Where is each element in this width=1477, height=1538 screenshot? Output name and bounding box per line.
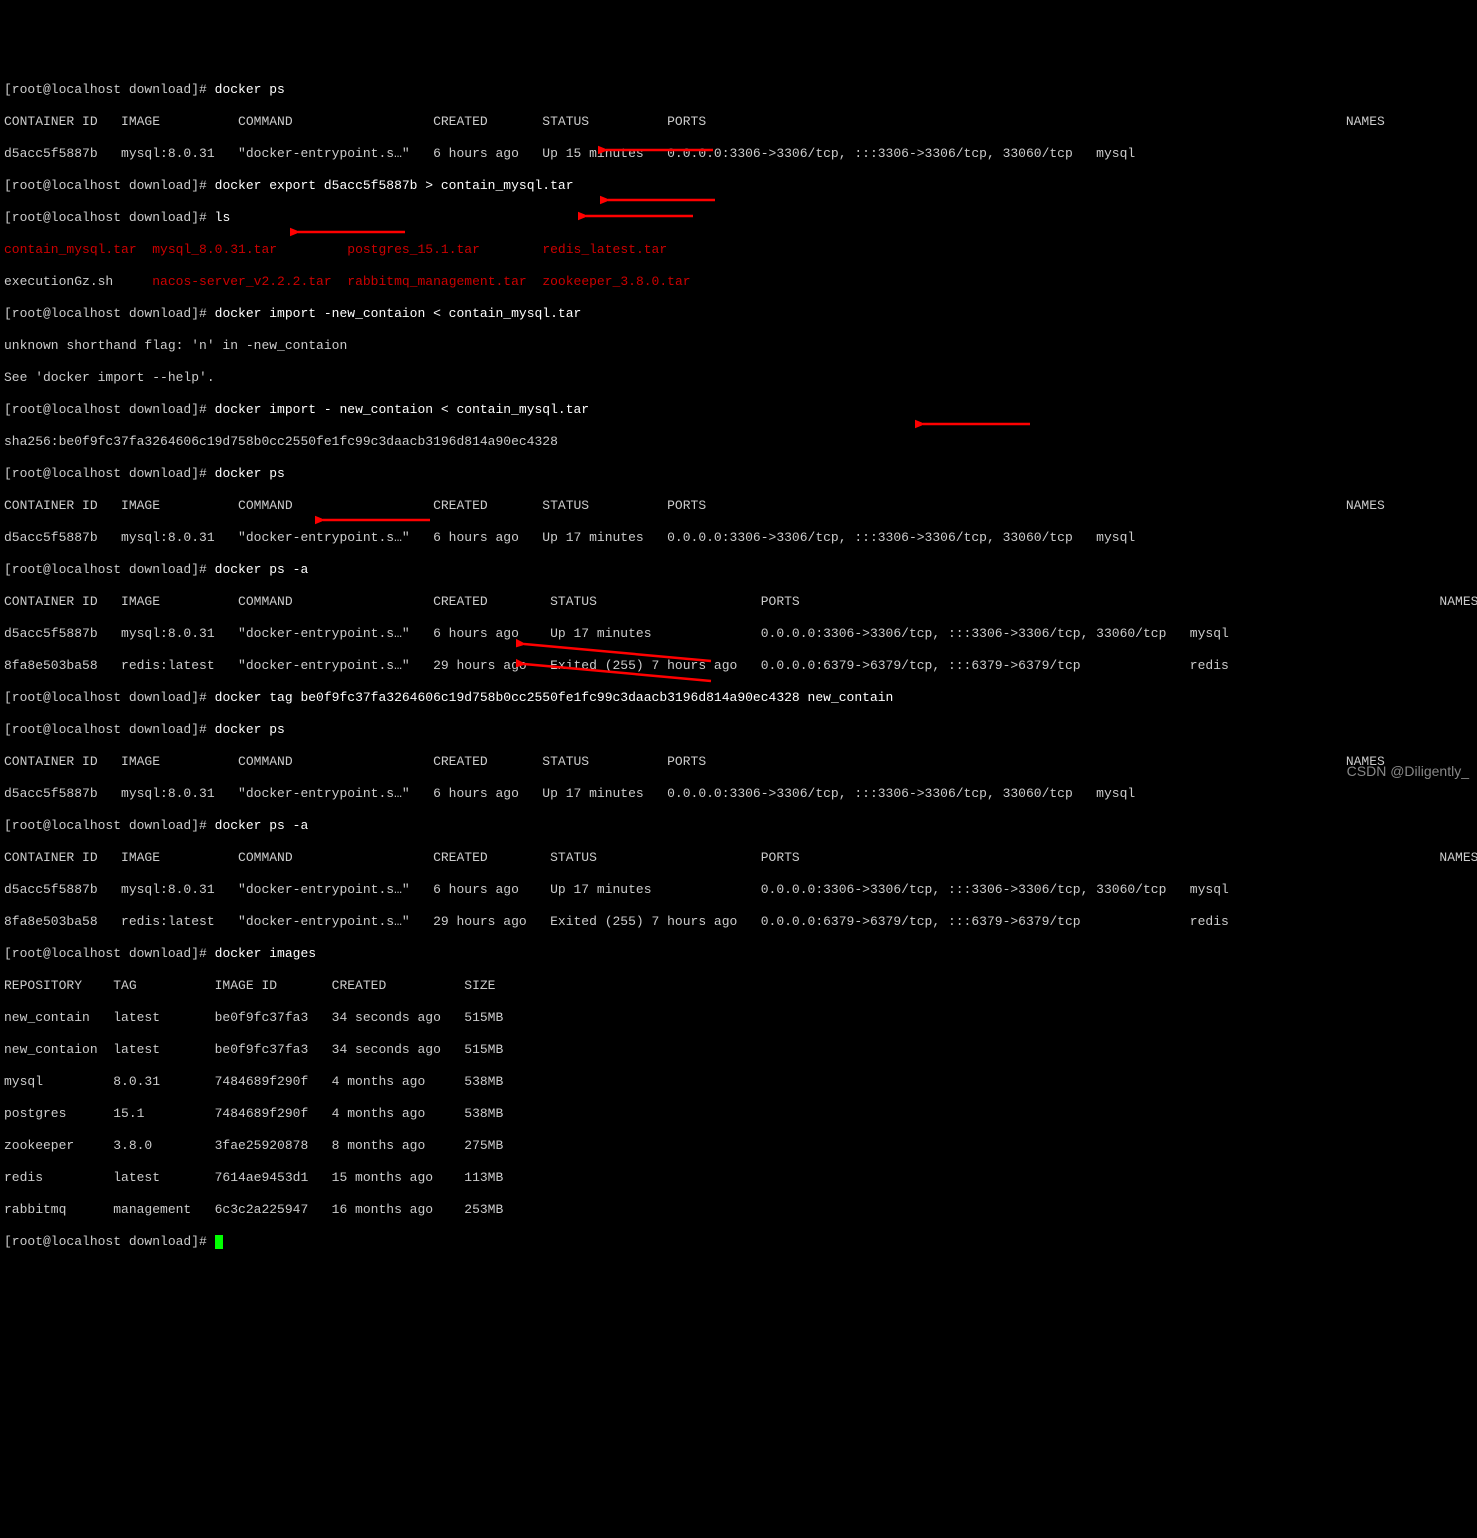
file-archive: zookeeper_3.8.0.tar (542, 274, 690, 289)
images-row: rabbitmq management 6c3c2a225947 16 mont… (4, 1202, 1473, 1218)
file-script: executionGz.sh (4, 274, 113, 289)
command: docker import -new_contaion < contain_my… (215, 306, 582, 321)
images-row: postgres 15.1 7484689f290f 4 months ago … (4, 1106, 1473, 1122)
ps-header: CONTAINER ID IMAGE COMMAND CREATED STATU… (4, 594, 1473, 610)
shell-prompt: [root@localhost download]# (4, 690, 215, 705)
ps-row: d5acc5f5887b mysql:8.0.31 "docker-entryp… (4, 882, 1473, 898)
ps-row: d5acc5f5887b mysql:8.0.31 "docker-entryp… (4, 530, 1473, 546)
ps-row: d5acc5f5887b mysql:8.0.31 "docker-entryp… (4, 786, 1473, 802)
images-row: zookeeper 3.8.0 3fae25920878 8 months ag… (4, 1138, 1473, 1154)
ps-header: CONTAINER ID IMAGE COMMAND CREATED STATU… (4, 114, 1473, 130)
command: docker tag be0f9fc37fa3264606c19d758b0cc… (215, 690, 894, 705)
shell-prompt: [root@localhost download]# (4, 722, 215, 737)
file-archive: rabbitmq_management.tar (347, 274, 526, 289)
watermark-text: CSDN @Diligently_ (1347, 763, 1469, 779)
shell-prompt: [root@localhost download]# (4, 402, 215, 417)
ps-row: d5acc5f5887b mysql:8.0.31 "docker-entryp… (4, 626, 1473, 642)
command: docker import - new_contaion < contain_m… (215, 402, 589, 417)
images-row: new_contain latest be0f9fc37fa3 34 secon… (4, 1010, 1473, 1026)
error-output: See 'docker import --help'. (4, 370, 1473, 386)
shell-prompt: [root@localhost download]# (4, 210, 215, 225)
sha-output: sha256:be0f9fc37fa3264606c19d758b0cc2550… (4, 434, 1473, 450)
command: docker ps (215, 82, 285, 97)
command: docker ps -a (215, 818, 309, 833)
ps-row: d5acc5f5887b mysql:8.0.31 "docker-entryp… (4, 146, 1473, 162)
ps-header: CONTAINER ID IMAGE COMMAND CREATED STATU… (4, 754, 1473, 770)
images-row: new_contaion latest be0f9fc37fa3 34 seco… (4, 1042, 1473, 1058)
ps-header: CONTAINER ID IMAGE COMMAND CREATED STATU… (4, 850, 1473, 866)
file-archive: nacos-server_v2.2.2.tar (152, 274, 331, 289)
images-row: mysql 8.0.31 7484689f290f 4 months ago 5… (4, 1074, 1473, 1090)
images-header: REPOSITORY TAG IMAGE ID CREATED SIZE (4, 978, 1473, 994)
file-archive: mysql_8.0.31.tar (152, 242, 277, 257)
shell-prompt: [root@localhost download]# (4, 946, 215, 961)
file-archive: postgres_15.1.tar (347, 242, 480, 257)
command: docker export d5acc5f5887b > contain_mys… (215, 178, 574, 193)
shell-prompt: [root@localhost download]# (4, 82, 215, 97)
command: ls (215, 210, 231, 225)
ps-row: 8fa8e503ba58 redis:latest "docker-entryp… (4, 914, 1473, 930)
cursor-icon (215, 1235, 223, 1249)
shell-prompt: [root@localhost download]# (4, 818, 215, 833)
file-archive: contain_mysql.tar (4, 242, 137, 257)
shell-prompt: [root@localhost download]# (4, 1234, 215, 1249)
file-archive: redis_latest.tar (542, 242, 667, 257)
shell-prompt: [root@localhost download]# (4, 178, 215, 193)
shell-prompt: [root@localhost download]# (4, 306, 215, 321)
command: docker ps -a (215, 562, 309, 577)
command: docker images (215, 946, 316, 961)
command: docker ps (215, 722, 285, 737)
command: docker ps (215, 466, 285, 481)
terminal-output[interactable]: [root@localhost download]# docker ps CON… (4, 66, 1473, 1266)
error-output: unknown shorthand flag: 'n' in -new_cont… (4, 338, 1473, 354)
images-row: redis latest 7614ae9453d1 15 months ago … (4, 1170, 1473, 1186)
shell-prompt: [root@localhost download]# (4, 562, 215, 577)
ps-row: 8fa8e503ba58 redis:latest "docker-entryp… (4, 658, 1473, 674)
shell-prompt: [root@localhost download]# (4, 466, 215, 481)
ps-header: CONTAINER ID IMAGE COMMAND CREATED STATU… (4, 498, 1473, 514)
